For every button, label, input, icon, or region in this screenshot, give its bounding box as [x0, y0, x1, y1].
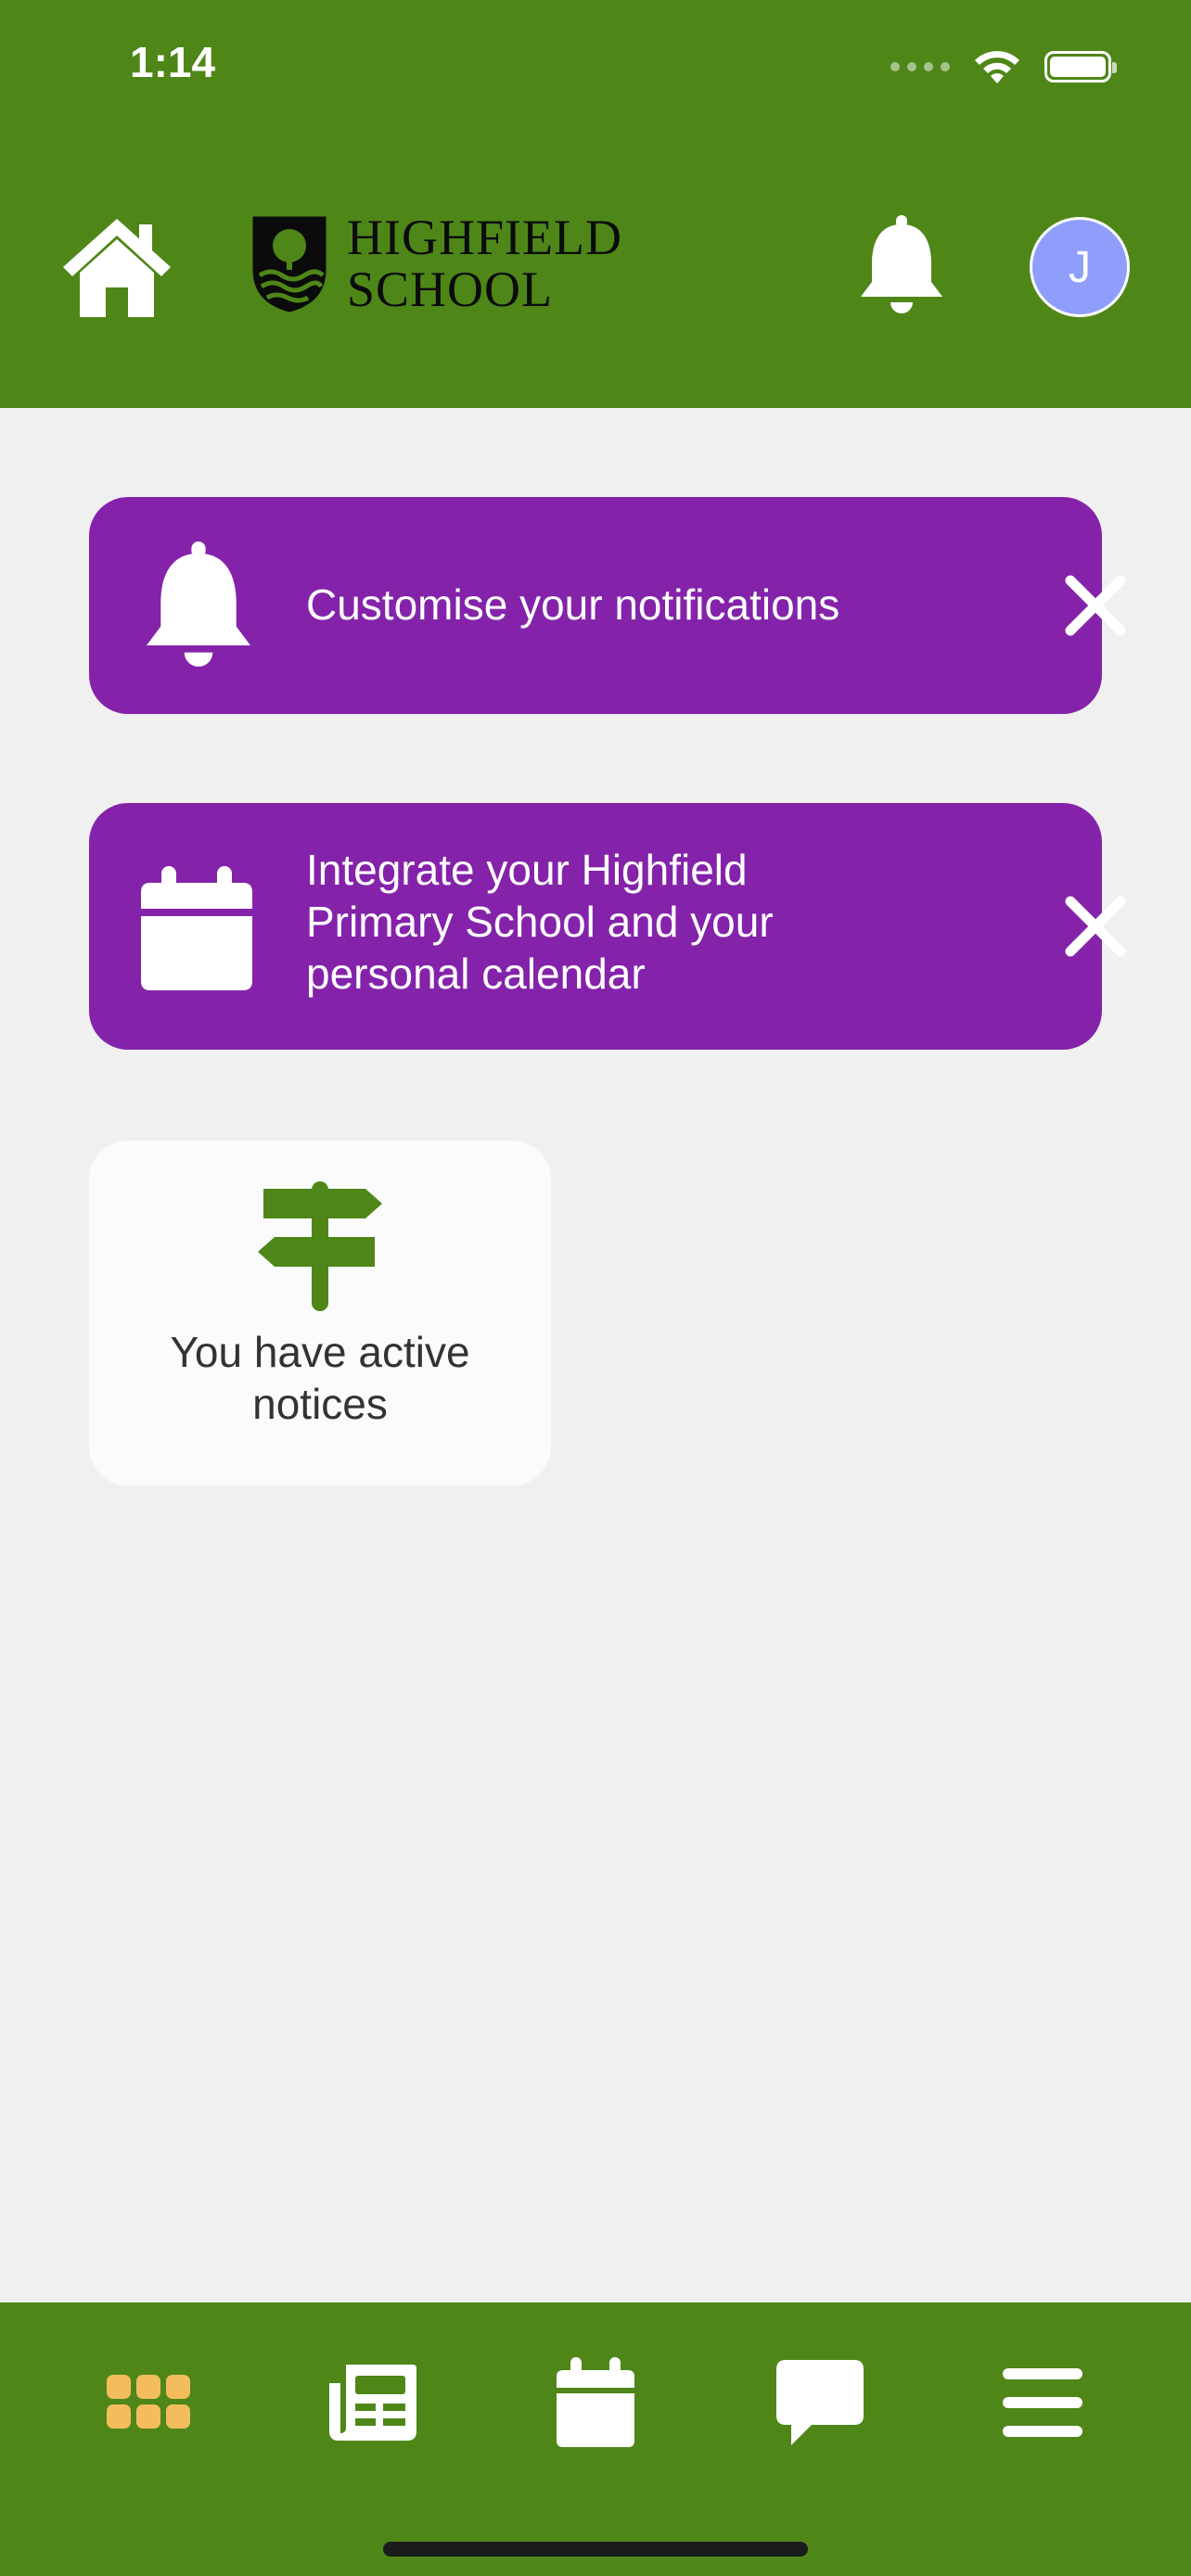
banner-text: Customise your notifications [306, 580, 840, 629]
home-indicator [383, 2542, 808, 2557]
bell-icon [147, 542, 250, 667]
app-header: 1:14 HIGHFIELD SCHOOL J [0, 0, 1191, 408]
tab-news[interactable] [317, 2347, 429, 2458]
tab-bar [0, 2302, 1191, 2576]
tab-menu[interactable] [987, 2347, 1098, 2458]
status-time: 1:14 [130, 38, 216, 86]
logo-line2: SCHOOL [347, 261, 554, 317]
grid-icon [107, 2375, 190, 2429]
signal-icon [890, 62, 950, 71]
calendar-integration-banner[interactable]: Integrate your Highfield Primary School … [89, 803, 1126, 1050]
notifications-button[interactable] [855, 215, 948, 317]
tab-calendar[interactable] [540, 2347, 651, 2458]
chat-icon [776, 2360, 864, 2445]
close-icon[interactable] [1063, 573, 1128, 638]
banner-text: Integrate your Highfield Primary School … [306, 846, 774, 998]
calendar-icon [557, 2357, 634, 2447]
battery-icon [1044, 51, 1117, 83]
status-icons [890, 46, 1117, 87]
newspaper-icon [329, 2365, 416, 2441]
tab-messages[interactable] [764, 2347, 876, 2458]
notice-text: You have active notices [170, 1328, 470, 1428]
tab-dashboard[interactable] [93, 2347, 204, 2458]
wifi-icon [975, 51, 1019, 83]
logo-text: HIGHFIELD SCHOOL [347, 211, 622, 315]
active-notices-card[interactable]: You have active notices [89, 1141, 551, 1486]
home-icon [63, 219, 171, 317]
signpost-icon [258, 1181, 382, 1311]
customise-notifications-banner[interactable]: Customise your notifications [89, 497, 1126, 714]
home-button[interactable] [59, 215, 174, 319]
close-icon[interactable] [1063, 894, 1128, 959]
school-logo: HIGHFIELD SCHOOL [250, 211, 622, 315]
bell-icon [861, 215, 942, 313]
menu-icon [1003, 2368, 1082, 2437]
calendar-icon [141, 866, 252, 990]
crest-icon [252, 216, 327, 312]
logo-line1: HIGHFIELD [347, 210, 622, 265]
avatar[interactable]: J [1030, 217, 1130, 317]
